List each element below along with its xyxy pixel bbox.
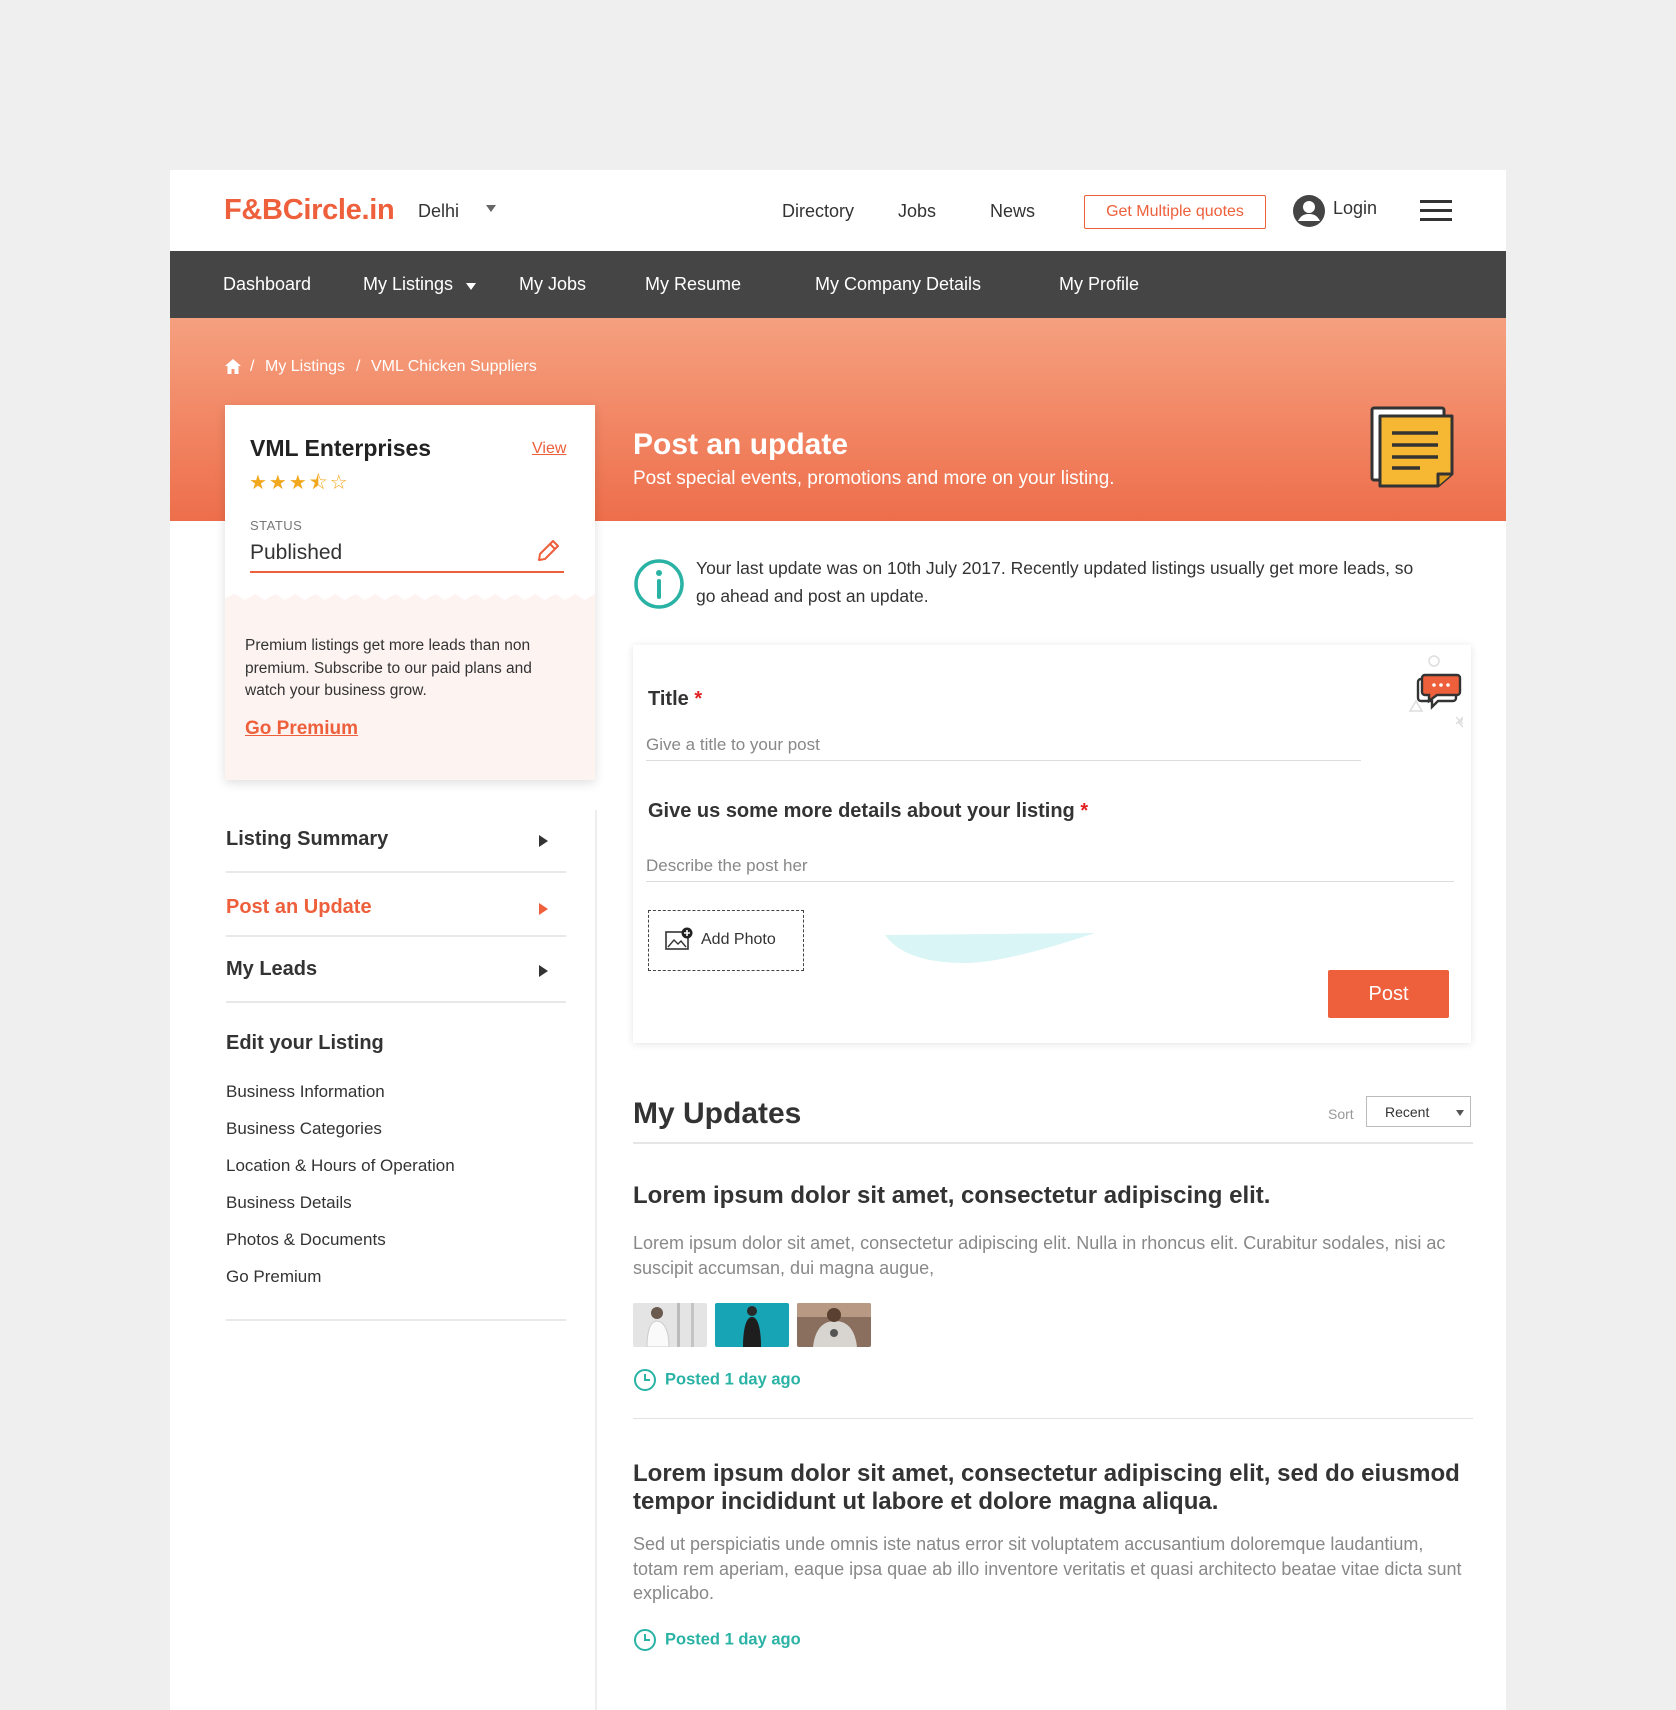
divider (226, 1319, 566, 1321)
listing-name: VML Enterprises (250, 435, 432, 461)
add-photo-label: Add Photo (701, 931, 776, 948)
edit-link-business-information[interactable]: Business Information (226, 1082, 385, 1102)
chevron-down-icon[interactable] (486, 205, 496, 212)
update-body: Sed ut perspiciatis unde omnis iste natu… (633, 1534, 1462, 1603)
sort-label: Sort (1328, 1106, 1354, 1122)
status-underline (250, 571, 564, 573)
clock-icon (634, 1369, 656, 1391)
last-update-message: Your last update was on 10th July 2017. … (696, 558, 1414, 606)
divider (633, 1418, 1473, 1419)
caret-right-icon[interactable] (539, 835, 548, 847)
premium-description: Premium listings get more leads than non… (245, 637, 532, 699)
page: F&BCircle.in Delhi Directory Jobs News G… (170, 170, 1506, 1710)
nav-link-directory[interactable]: Directory (782, 201, 854, 222)
update-photo-thumbnail[interactable] (633, 1303, 707, 1347)
update-title[interactable]: Lorem ipsum dolor sit amet, consectetur … (633, 1460, 1463, 1516)
edit-link-business-categories[interactable]: Business Categories (226, 1119, 382, 1139)
decorative-swoosh (885, 933, 1095, 963)
edit-link-location-hours[interactable]: Location & Hours of Operation (226, 1156, 455, 1176)
update-title[interactable]: Lorem ipsum dolor sit amet, consectetur … (633, 1182, 1463, 1210)
divider (226, 871, 566, 873)
divider (226, 935, 566, 937)
breadcrumb-current: VML Chicken Suppliers (371, 358, 537, 375)
update-body: Lorem ipsum dolor sit amet, consectetur … (633, 1233, 1446, 1278)
get-quotes-button[interactable]: Get Multiple quotes (1084, 195, 1266, 229)
info-icon (634, 559, 684, 609)
caret-right-icon[interactable] (539, 965, 548, 977)
go-premium-link[interactable]: Go Premium (245, 718, 358, 740)
edit-link-photos-documents[interactable]: Photos & Documents (226, 1230, 386, 1250)
posted-timestamp: Posted 1 day ago (633, 1628, 801, 1652)
top-header: F&BCircle.in Delhi Directory Jobs News G… (170, 170, 1506, 251)
zigzag-divider (225, 594, 595, 604)
nav-link-jobs[interactable]: Jobs (898, 201, 936, 222)
star-rating: ★★★⯪☆ (249, 472, 350, 494)
title-label: Title * (648, 688, 703, 710)
breadcrumb-separator: / (356, 358, 361, 375)
details-input[interactable] (646, 850, 1454, 882)
nav-my-jobs[interactable]: My Jobs (519, 274, 586, 295)
sort-dropdown[interactable]: Recent (1366, 1096, 1471, 1127)
page-subtitle: Post special events, promotions and more… (633, 468, 1115, 489)
home-icon[interactable] (224, 358, 242, 375)
sort-value: Recent (1385, 1104, 1430, 1120)
status-label: STATUS (250, 518, 303, 533)
chevron-down-icon (1456, 1110, 1464, 1116)
logo[interactable]: F&BCircle.in (224, 194, 395, 227)
sidebar-divider (595, 810, 597, 1710)
nav-my-listings[interactable]: My Listings (363, 274, 453, 295)
listing-card: VML Enterprises View ★★★⯪☆ STATUS Publis… (225, 405, 595, 780)
add-image-icon (665, 927, 693, 950)
nav-my-company-details[interactable]: My Company Details (815, 274, 981, 295)
nav-my-resume[interactable]: My Resume (645, 274, 741, 295)
edit-link-go-premium[interactable]: Go Premium (226, 1267, 321, 1287)
divider (226, 1001, 566, 1003)
update-photo-thumbnail[interactable] (715, 1303, 789, 1347)
breadcrumb-separator: / (250, 358, 255, 375)
dashboard-nav: Dashboard My Listings My Jobs My Resume … (170, 251, 1506, 318)
edit-listing-heading: Edit your Listing (226, 1032, 384, 1054)
page-title: Post an update (633, 428, 849, 461)
login-link[interactable]: Login (1333, 198, 1377, 219)
sidebar-item-post-update[interactable]: Post an Update (226, 896, 372, 919)
user-avatar-icon[interactable] (1292, 194, 1326, 228)
nav-link-news[interactable]: News (990, 201, 1035, 222)
status-value: Published (250, 541, 343, 564)
notes-icon (1370, 406, 1454, 488)
add-photo-button[interactable]: Add Photo (648, 910, 804, 971)
my-updates-heading: My Updates (633, 1097, 802, 1130)
post-update-form: Title * Give us some more details about … (633, 645, 1471, 1043)
city-selector[interactable]: Delhi (418, 201, 459, 222)
sidebar-item-my-leads[interactable]: My Leads (226, 958, 317, 981)
pencil-edit-icon[interactable] (535, 538, 561, 564)
posted-timestamp: Posted 1 day ago (633, 1368, 801, 1392)
hamburger-menu-icon[interactable] (1420, 200, 1452, 222)
chat-bubbles-icon (1408, 655, 1463, 729)
edit-link-business-details[interactable]: Business Details (226, 1193, 352, 1213)
sidebar-item-listing-summary[interactable]: Listing Summary (226, 828, 388, 851)
nav-dashboard[interactable]: Dashboard (223, 274, 311, 295)
title-input[interactable] (646, 729, 1361, 761)
details-label: Give us some more details about your lis… (648, 800, 1089, 822)
divider (633, 1142, 1473, 1144)
clock-icon (634, 1629, 656, 1651)
chevron-down-icon[interactable] (466, 283, 476, 290)
update-photo-thumbnail[interactable] (797, 1303, 871, 1347)
post-button[interactable]: Post (1328, 970, 1449, 1018)
nav-my-profile[interactable]: My Profile (1059, 274, 1139, 295)
caret-right-icon[interactable] (539, 903, 548, 915)
view-listing-link[interactable]: View (532, 440, 566, 458)
breadcrumb-my-listings[interactable]: My Listings (265, 358, 345, 376)
